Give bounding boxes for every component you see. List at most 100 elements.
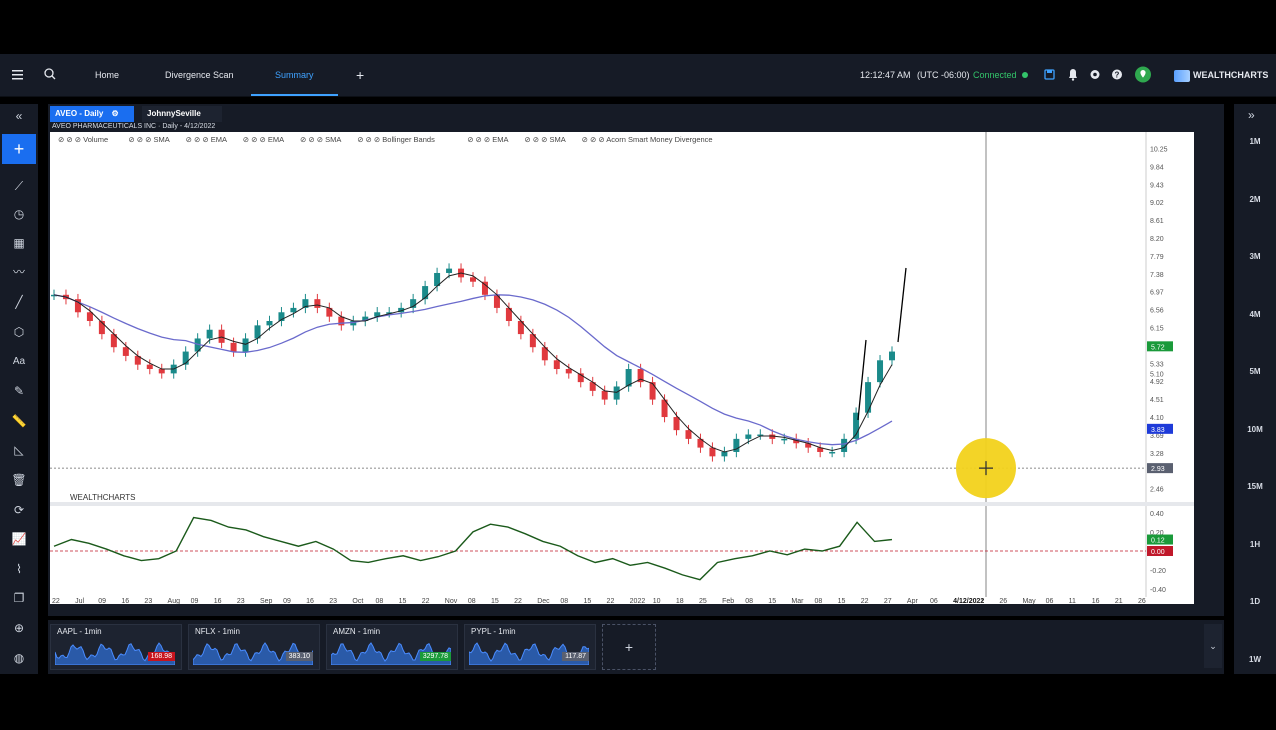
date-tick-label: 15 <box>491 598 499 604</box>
date-tick-label: 15 <box>399 598 407 604</box>
timeframe-5m[interactable]: 5M <box>1234 367 1276 376</box>
search-icon[interactable] <box>42 54 58 96</box>
price-tick-label: 7.38 <box>1150 272 1164 279</box>
panel-separator <box>50 502 1194 506</box>
date-tick-label: 08 <box>375 598 383 604</box>
globe-icon[interactable]: ◍ <box>9 648 29 668</box>
scatter-tool-icon[interactable]: ⌇ <box>9 559 29 579</box>
indicator-label: ⊘ ⊘ ⊘ EMA <box>243 135 284 144</box>
date-tick-label: Dec <box>537 598 550 604</box>
date-tick-label: 15 <box>768 598 776 604</box>
connection-status-text: Connected <box>973 70 1017 80</box>
timeframe-1w[interactable]: 1W <box>1234 655 1276 664</box>
price-tick-label: 5.10 <box>1150 371 1164 378</box>
ticker-label: AMZN - 1min <box>333 627 381 636</box>
date-tick-label: 09 <box>98 598 106 604</box>
ticker-card-aapl[interactable]: AAPL - 1min 168.98 <box>50 624 182 670</box>
timeframe-1d[interactable]: 1D <box>1234 597 1276 606</box>
tab-divergence-scan[interactable]: Divergence Scan <box>165 54 234 96</box>
brush-tool-icon[interactable]: ✎ <box>9 381 29 401</box>
ticker-card-nflx[interactable]: NFLX - 1min 383.10 <box>188 624 320 670</box>
candle-body <box>553 360 560 370</box>
date-tick-label: Oct <box>352 598 363 604</box>
date-tick-label: 2022 <box>630 598 646 604</box>
date-tick-label: 15 <box>583 598 591 604</box>
date-tick-label: 09 <box>283 598 291 604</box>
timeframe-3m[interactable]: 3M <box>1234 252 1276 261</box>
help-icon[interactable]: ? <box>1110 54 1124 96</box>
date-tick-label: 08 <box>560 598 568 604</box>
osc-tick-label: 0.40 <box>1150 511 1164 518</box>
price-tick-label: 4.51 <box>1150 397 1164 404</box>
indicator-label: ⊘ ⊘ ⊘ SMA <box>300 135 341 144</box>
timeframe-4m[interactable]: 4M <box>1234 310 1276 319</box>
date-tick-label: Aug <box>168 598 181 604</box>
calendar-icon[interactable]: ▦ <box>9 233 29 253</box>
chart-tab-johnnyseville[interactable]: JohnnySeville <box>142 106 222 122</box>
chart-title: AVEO PHARMACEUTICALS INC · Daily - 4/12/… <box>52 123 216 130</box>
chart-tab-aveo-daily[interactable]: AVEO - Daily ⚙ <box>50 106 134 122</box>
ticker-card-pypl[interactable]: PYPL - 1min 117.87 <box>464 624 596 670</box>
add-drawing-button[interactable]: + <box>2 134 36 164</box>
date-tick-label: 18 <box>676 598 684 604</box>
osc-badge-label: 0.12 <box>1151 538 1165 545</box>
trash-icon[interactable]: 🗑 <box>9 470 29 490</box>
date-tick-label: 16 <box>121 598 129 604</box>
timeframe-10m[interactable]: 10M <box>1234 425 1276 434</box>
candle-body <box>781 438 788 441</box>
date-tick-label: Nov <box>445 598 458 604</box>
ticker-card-amzn[interactable]: AMZN - 1min 3297.78 <box>326 624 458 670</box>
price-tick-label: 3.69 <box>1150 433 1164 440</box>
timezone-label: (UTC -06:00) <box>917 70 970 80</box>
price-badge-label: 3.83 <box>1151 427 1165 434</box>
save-icon[interactable] <box>1043 54 1057 96</box>
collapse-left-chevron-icon[interactable]: « <box>9 106 29 126</box>
candle-body <box>230 342 237 352</box>
shape-tool-icon[interactable]: ⬡ <box>9 322 29 342</box>
add-mini-chart-button[interactable]: + <box>602 624 656 670</box>
target-icon[interactable]: ⊕ <box>9 618 29 638</box>
ticker-price: 168.98 <box>147 652 175 661</box>
brand-name: WEALTHCHARTS <box>1193 70 1269 80</box>
add-tab-plus-icon[interactable]: + <box>356 54 364 96</box>
chart-tab-settings-icon[interactable]: ⚙ <box>112 109 119 118</box>
trend-icon[interactable]: 〰 <box>9 262 29 282</box>
timeframe-1h[interactable]: 1H <box>1234 540 1276 549</box>
clock-icon[interactable]: ◷ <box>9 204 29 224</box>
bell-icon[interactable] <box>1066 54 1080 96</box>
timeframe-2m[interactable]: 2M <box>1234 195 1276 204</box>
hamburger-icon[interactable] <box>10 54 26 96</box>
line-tool-icon[interactable]: ╱ <box>9 292 29 312</box>
text-tool-icon[interactable]: Aa <box>9 352 29 372</box>
tab-summary[interactable]: Summary <box>251 54 337 96</box>
indicator-label: ⊘ ⊘ ⊘ SMA <box>128 135 169 144</box>
price-tick-label: 6.97 <box>1150 290 1164 297</box>
date-tick-label: 16 <box>214 598 222 604</box>
line-chart-icon[interactable]: 📈 <box>9 529 29 549</box>
timeframe-15m[interactable]: 15M <box>1234 482 1276 491</box>
measure-tool-icon[interactable]: ◺ <box>9 440 29 460</box>
candle-body <box>122 347 129 356</box>
refresh-icon[interactable]: ⟳ <box>9 500 29 520</box>
collapse-strip-chevron-icon[interactable]: ⌄ <box>1204 624 1222 668</box>
location-icon[interactable] <box>1134 54 1152 96</box>
timeframe-1m[interactable]: 1M <box>1234 137 1276 146</box>
price-tick-label: 8.20 <box>1150 236 1164 243</box>
chart-tab-label: AVEO - Daily <box>55 109 104 118</box>
date-tick-label: 22 <box>422 598 430 604</box>
date-tick-label: 21 <box>976 598 984 604</box>
candle-body <box>446 268 453 273</box>
collapse-right-chevron-icon[interactable]: » <box>1248 108 1255 122</box>
candle-body <box>206 329 213 339</box>
annotation-stroke <box>857 339 867 421</box>
copy-icon[interactable]: ❐ <box>9 588 29 608</box>
logo-mark-icon <box>1174 69 1190 82</box>
indicator-chart-icon[interactable]: ⟋ <box>9 176 29 196</box>
annotation-stroke <box>897 267 907 343</box>
chart-plot-area[interactable]: ⊘ ⊘ ⊘ Volume ⊘ ⊘ ⊘ SMA ⊘ ⊘ ⊘ EMA ⊘ ⊘ ⊘ EMA ⊘… <box>50 132 1194 605</box>
tab-home[interactable]: Home <box>95 54 119 96</box>
candle-body <box>865 382 872 413</box>
gear-icon[interactable] <box>1088 54 1102 96</box>
candle-body <box>649 382 656 400</box>
ruler-tool-icon[interactable]: 📏 <box>9 411 29 431</box>
